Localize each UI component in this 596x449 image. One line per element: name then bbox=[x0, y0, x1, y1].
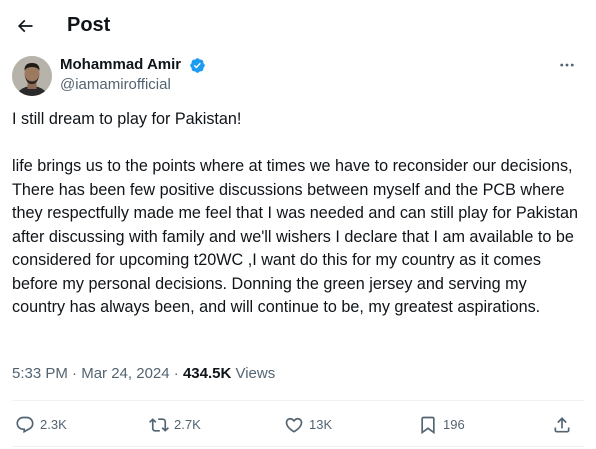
meta-separator: · bbox=[169, 365, 183, 382]
more-horizontal-icon bbox=[560, 63, 574, 67]
views-count: 434.5K bbox=[182, 365, 232, 382]
arrow-left-icon bbox=[17, 19, 33, 33]
author-handle[interactable]: @iamamirofficial bbox=[60, 75, 171, 95]
share-icon bbox=[554, 417, 570, 433]
post-time[interactable]: 5:33 PM bbox=[12, 365, 68, 382]
bookmark-count: 196 bbox=[443, 417, 465, 432]
author-name[interactable]: Mohammad Amir bbox=[60, 55, 181, 75]
like-count: 13K bbox=[309, 417, 333, 432]
reply-button[interactable]: 2.3K bbox=[15, 412, 67, 438]
repost-button[interactable]: 2.7K bbox=[149, 412, 201, 438]
divider bbox=[12, 400, 584, 401]
meta-separator: · bbox=[67, 365, 82, 382]
post-text: I still dream to play for Pakistan! life… bbox=[12, 108, 584, 320]
repost-count: 2.7K bbox=[174, 417, 201, 432]
post-date[interactable]: Mar 24, 2024 bbox=[81, 365, 169, 382]
avatar[interactable] bbox=[12, 56, 52, 96]
page-title: Post bbox=[67, 14, 111, 36]
profile-photo-icon bbox=[12, 56, 52, 96]
more-options-button[interactable] bbox=[552, 52, 582, 78]
back-button[interactable] bbox=[8, 9, 42, 43]
views-label: Views bbox=[231, 365, 276, 382]
reply-count: 2.3K bbox=[40, 417, 67, 432]
bookmark-button[interactable]: 196 bbox=[418, 412, 465, 438]
bookmark-icon bbox=[421, 416, 435, 435]
reply-icon bbox=[16, 416, 34, 434]
post-meta: 5:33 PM · Mar 24, 2024 · 434.5K Views bbox=[12, 364, 275, 384]
post-body: life brings us to the points where at ti… bbox=[12, 157, 578, 316]
repost-icon bbox=[149, 418, 169, 432]
post-header: Post bbox=[0, 0, 596, 52]
divider bbox=[12, 446, 584, 447]
action-bar: 2.3K 2.7K 13K 196 bbox=[0, 412, 596, 438]
heart-icon bbox=[285, 417, 303, 433]
share-button[interactable] bbox=[552, 412, 572, 438]
like-button[interactable]: 13K bbox=[284, 412, 332, 438]
verified-badge-icon bbox=[190, 58, 205, 73]
post-first-line: I still dream to play for Pakistan! bbox=[12, 110, 242, 128]
